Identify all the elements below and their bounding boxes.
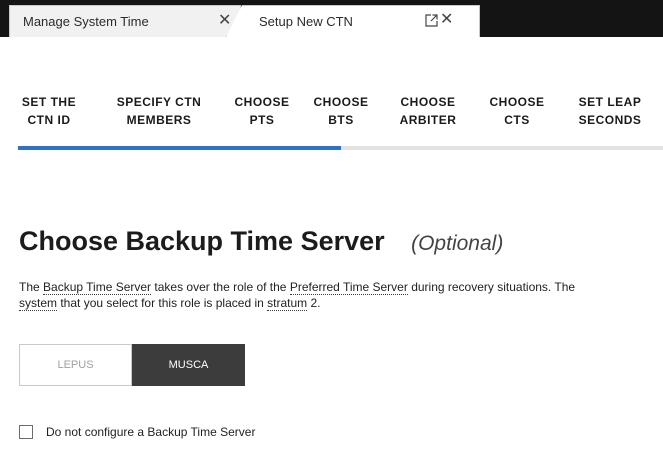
step-line-1: SET THE: [21, 95, 77, 109]
step-line-2: CTS: [504, 113, 530, 127]
tab-label: Setup New CTN: [259, 14, 353, 29]
no-bts-checkbox-row[interactable]: Do not configure a Backup Time Server: [19, 425, 255, 439]
wizard-progress-fill: [18, 146, 341, 150]
step-line-2: PTS: [249, 113, 275, 127]
no-bts-checkbox-label[interactable]: Do not configure a Backup Time Server: [46, 425, 255, 439]
description-text: takes over the role of the: [151, 280, 290, 294]
step-choose-arbiter[interactable]: CHOOSE ARBITER: [383, 93, 473, 129]
page-description: The Backup Time Server takes over the ro…: [19, 279, 579, 311]
server-option-lepus[interactable]: LEPUS: [19, 344, 132, 386]
step-set-ctn-id[interactable]: SET THE CTN ID: [4, 93, 94, 129]
description-text: 2.: [307, 296, 321, 310]
server-option-musca[interactable]: MUSCA: [132, 344, 245, 386]
term-backup-time-server[interactable]: Backup Time Server: [43, 280, 152, 295]
step-line-2: ARBITER: [399, 113, 457, 127]
step-choose-bts[interactable]: CHOOSE BTS: [296, 93, 386, 129]
step-line-1: CHOOSE: [313, 95, 369, 109]
step-line-2: MEMBERS: [126, 113, 192, 127]
server-selector: LEPUS MUSCA: [19, 344, 245, 386]
tab-bar: Manage System Time ✕ Setup New CTN ✕: [0, 0, 663, 37]
step-line-1: CHOOSE: [489, 95, 545, 109]
step-line-2: CTN ID: [27, 113, 71, 127]
tab-label: Manage System Time: [23, 14, 149, 29]
step-specify-ctn-members[interactable]: SPECIFY CTN MEMBERS: [109, 93, 209, 129]
step-line-1: CHOOSE: [400, 95, 456, 109]
close-icon[interactable]: ✕: [440, 12, 453, 28]
step-line-2: BTS: [328, 113, 354, 127]
optional-label: (Optional): [411, 232, 504, 255]
term-system[interactable]: system: [19, 296, 58, 311]
tab-manage-system-time[interactable]: Manage System Time ✕: [9, 5, 241, 37]
description-text: The: [19, 280, 44, 294]
step-choose-cts[interactable]: CHOOSE CTS: [472, 93, 562, 129]
popout-icon[interactable]: [425, 14, 438, 27]
wizard-progress-bar: [18, 146, 663, 150]
no-bts-checkbox[interactable]: [19, 425, 33, 439]
tab-setup-new-ctn[interactable]: Setup New CTN ✕: [226, 5, 480, 37]
step-line-1: CHOOSE: [234, 95, 290, 109]
term-stratum[interactable]: stratum: [267, 296, 308, 311]
page-title: Choose Backup Time Server: [19, 226, 385, 256]
step-line-1: SET LEAP: [578, 95, 642, 109]
description-text: during recovery situations. The: [407, 280, 576, 294]
description-text: that you select for this role is placed …: [57, 296, 268, 310]
step-choose-pts[interactable]: CHOOSE PTS: [217, 93, 307, 129]
page-title-row: Choose Backup Time Server (Optional): [19, 226, 503, 257]
close-icon[interactable]: ✕: [218, 13, 231, 29]
term-preferred-time-server[interactable]: Preferred Time Server: [289, 280, 408, 295]
wizard-steps: SET THE CTN ID SPECIFY CTN MEMBERS CHOOS…: [0, 93, 663, 138]
step-set-leap-seconds[interactable]: SET LEAP SECONDS: [565, 93, 655, 129]
step-line-1: SPECIFY CTN: [116, 95, 202, 109]
step-line-2: SECONDS: [578, 113, 642, 127]
